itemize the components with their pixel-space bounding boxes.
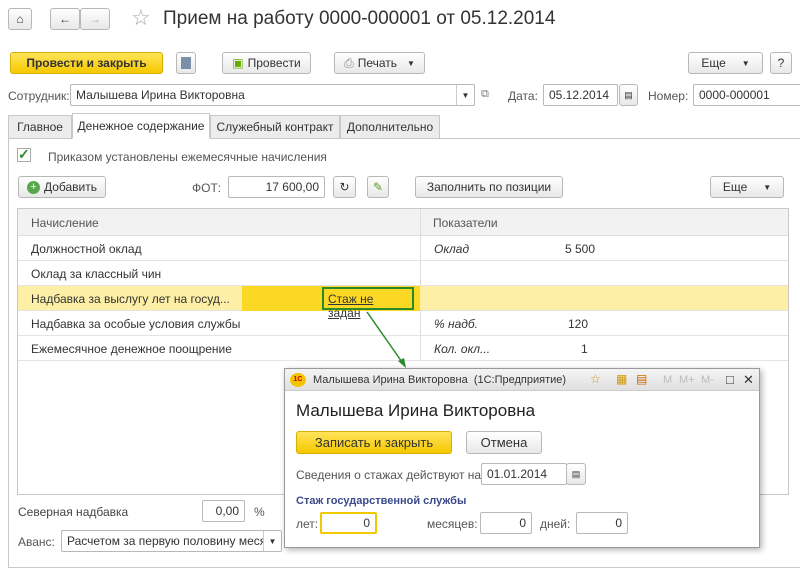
effective-date-label: Сведения о стажах действуют на: — [296, 468, 485, 482]
months-field[interactable]: 0 — [480, 512, 532, 534]
save-and-close-button[interactable]: Записать и закрыть — [296, 431, 452, 454]
close-icon[interactable]: ✕ — [743, 372, 754, 388]
calculator-icon[interactable]: ▦ — [616, 372, 627, 386]
memory-plus-button[interactable]: M+ — [679, 374, 695, 386]
advance-select[interactable]: Расчетом за первую половину меся ▼ — [61, 530, 282, 552]
days-label: дней: — [540, 517, 571, 531]
memory-minus-button[interactable]: M- — [701, 374, 714, 386]
years-label: лет: — [296, 517, 319, 531]
north-allowance-field[interactable]: 0,00 — [202, 500, 245, 522]
north-allowance-label: Северная надбавка — [18, 505, 129, 519]
advance-label: Аванс: — [18, 535, 55, 549]
service-length-dialog: 1С Малышева Ирина Викторовна (1С:Предпри… — [284, 368, 760, 548]
calendar-icon[interactable]: ▤ — [636, 372, 647, 386]
section-title: Стаж государственной службы — [296, 495, 467, 507]
days-field[interactable]: 0 — [576, 512, 628, 534]
dialog-heading: Малышева Ирина Викторовна — [296, 401, 536, 420]
cancel-button[interactable]: Отмена — [466, 431, 542, 454]
maximize-icon[interactable]: □ — [726, 372, 734, 387]
calendar-button[interactable]: ▤ — [566, 463, 586, 485]
advance-value: Расчетом за первую половину меся — [67, 534, 267, 548]
percent-label: % — [254, 505, 265, 519]
memory-m-button[interactable]: M — [663, 374, 672, 386]
chevron-down-icon[interactable]: ▼ — [263, 531, 281, 551]
dialog-title: Малышева Ирина Викторовна (1С:Предприяти… — [313, 374, 567, 386]
1c-logo-icon: 1С — [290, 373, 306, 387]
favorite-icon[interactable]: ☆ — [590, 372, 601, 386]
effective-date-field[interactable]: 01.01.2014 — [481, 463, 567, 485]
dialog-titlebar: 1С Малышева Ирина Викторовна (1С:Предпри… — [285, 369, 759, 391]
years-field[interactable]: 0 — [320, 512, 377, 534]
months-label: месяцев: — [427, 517, 478, 531]
